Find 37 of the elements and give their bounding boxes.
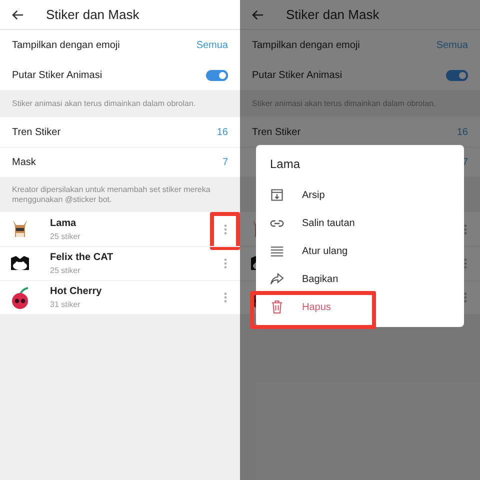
hint-text: Stiker animasi akan terus dimainkan dalam obrolan. — [12, 98, 196, 110]
screen-title: Stiker dan Mask — [46, 6, 140, 24]
menu-item[interactable]: Salin tautan — [302, 216, 355, 230]
more-icon[interactable] — [464, 292, 466, 303]
screen-title: Stiker dan Mask — [286, 6, 380, 24]
menu-item[interactable]: Hapus — [302, 300, 331, 314]
toggle-switch[interactable] — [206, 70, 228, 80]
setting-label: Tampilkan dengan emoji — [252, 38, 360, 52]
hint-text: Kreator dipersilakan untuk menambah set stiker mereka menggunakan @sticker bot. — [12, 184, 212, 204]
menu-item[interactable]: Bagikan — [302, 272, 338, 286]
sticker-set-name[interactable]: Felix the CAT — [50, 250, 192, 265]
more-icon[interactable] — [464, 224, 466, 234]
count-value: 16 — [456, 126, 468, 140]
setting-label: Putar Stiker Animasi — [12, 68, 102, 82]
count-value: 16 — [216, 126, 228, 140]
archive-icon — [270, 188, 284, 202]
link-icon — [270, 218, 284, 228]
menu-item[interactable]: Atur ulang — [302, 244, 348, 258]
menu-title: Lama — [269, 156, 302, 173]
sticker-count: 25 stiker — [50, 265, 82, 277]
sticker-count: 25 stiker — [50, 230, 82, 242]
setting-label[interactable]: Tren Stiker — [252, 124, 301, 140]
sticker-set-name[interactable]: Lama — [50, 216, 192, 230]
lines-icon — [270, 246, 284, 256]
count-value: 7 — [222, 156, 228, 170]
setting-label[interactable]: Mask — [12, 155, 36, 170]
menu-item[interactable]: Arsip — [302, 188, 325, 202]
setting-label: Putar Stiker Animasi — [252, 68, 342, 82]
back-icon[interactable] — [12, 10, 24, 20]
sticker-count: 31 stiker — [50, 299, 82, 311]
sticker-set-name[interactable]: Hot Cherry — [50, 284, 192, 299]
setting-label[interactable]: Tren Stiker — [12, 124, 61, 140]
more-icon[interactable] — [464, 258, 466, 269]
toggle-switch[interactable] — [446, 70, 468, 80]
trash-icon — [271, 300, 283, 314]
setting-label: Tampilkan dengan emoji — [12, 38, 120, 52]
share-icon — [270, 273, 284, 285]
